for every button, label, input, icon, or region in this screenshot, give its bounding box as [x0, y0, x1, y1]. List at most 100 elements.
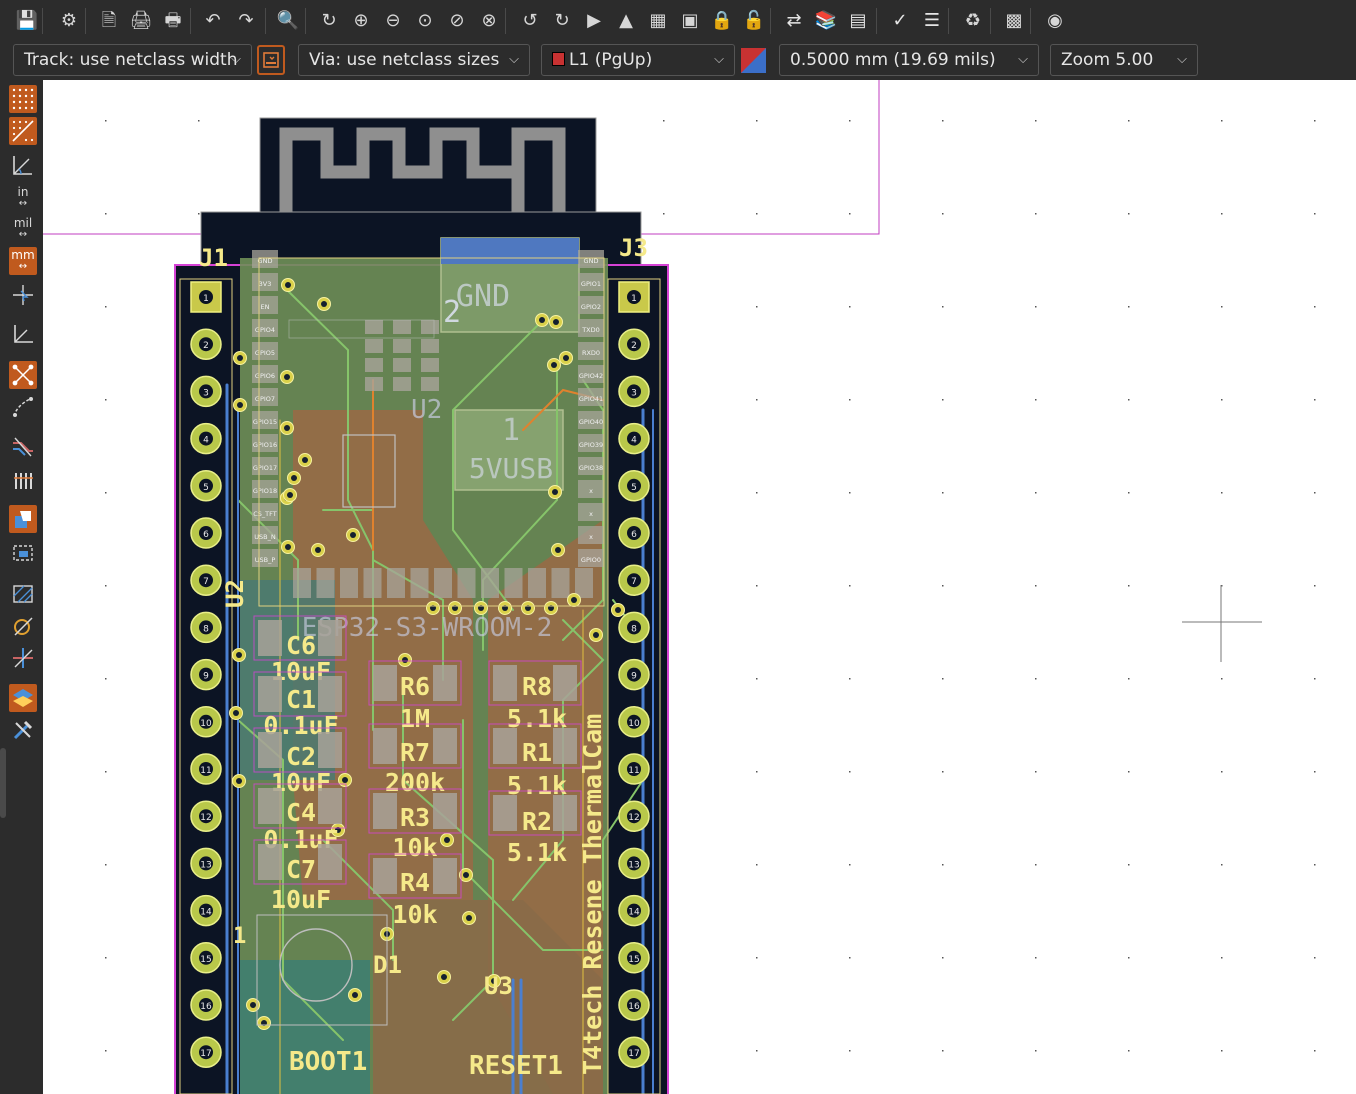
grid-dot — [1221, 492, 1223, 494]
grid-dot — [1221, 771, 1223, 773]
zone-fill-button[interactable] — [9, 505, 37, 533]
chevron-down-icon: ⌵ — [714, 52, 724, 67]
toolbar-separator — [265, 8, 266, 34]
zoom-selection-button[interactable]: ⊗ — [477, 8, 501, 34]
zoom-objects-button[interactable]: ⊘ — [445, 8, 469, 34]
group-button[interactable]: ▦ — [646, 8, 670, 34]
mirror-button[interactable]: ▲ — [614, 8, 638, 34]
layer-select[interactable]: L1 (PgUp) ⌵ — [541, 44, 735, 76]
pcb-board-view[interactable]: 1234567891011121314151617123456789101112… — [43, 80, 1356, 1094]
via-hole — [233, 710, 239, 716]
component-pad — [318, 620, 342, 656]
refresh-button[interactable]: ↻ — [317, 8, 341, 34]
drc-button[interactable]: ✓ — [888, 8, 912, 34]
show-tracks-button[interactable] — [9, 433, 37, 461]
zone-outline-button[interactable] — [9, 539, 37, 567]
module-pad-bottom — [410, 568, 429, 598]
tracks-icon — [13, 437, 33, 457]
zone-unfill-button[interactable] — [9, 580, 37, 608]
zoom-out-button[interactable]: ⊖ — [381, 8, 405, 34]
lock-button[interactable]: 🔒 — [710, 8, 734, 34]
local-origin-button[interactable] — [9, 320, 37, 348]
toolbar-separator — [1030, 8, 1031, 34]
header-pad-number: 4 — [203, 436, 209, 446]
j1-label: J1 — [199, 244, 228, 272]
via-hole — [552, 489, 558, 495]
show-pads-button[interactable] — [9, 467, 37, 495]
via-size-select[interactable]: Via: use netclass sizes ⌵ — [298, 44, 530, 76]
grid-dot — [849, 771, 851, 773]
cursor-shape-button[interactable] — [9, 281, 37, 309]
flip-button[interactable]: ▶ — [582, 8, 606, 34]
grid-value: 0.5000 mm (19.69 mils) — [790, 50, 996, 70]
toolbar-separator — [948, 8, 949, 34]
grid-select[interactable]: 0.5000 mm (19.69 mils) ⌵ — [779, 44, 1039, 76]
zoom-select[interactable]: Zoom 5.00 ⌵ — [1050, 44, 1198, 76]
rotate-ccw-button[interactable]: ↺ — [518, 8, 542, 34]
track-width-select[interactable]: Track: use netclass width ⌵ — [13, 44, 252, 76]
units-mm-button[interactable]: mm ↔ — [9, 247, 37, 275]
appearance-panel-button[interactable] — [9, 684, 37, 712]
footprint-browser-button[interactable]: 📚 — [814, 8, 838, 34]
pads-icon — [14, 473, 33, 489]
grid-dot — [1035, 957, 1037, 959]
grid-dot — [1221, 678, 1223, 680]
plugin-button[interactable]: ◉ — [1043, 8, 1067, 34]
via-hole — [287, 492, 293, 498]
router-button[interactable]: ♻ — [961, 8, 985, 34]
overrides-grid-button[interactable] — [9, 117, 37, 145]
ungroup-button[interactable]: ▣ — [678, 8, 702, 34]
header-pad-number: 6 — [203, 530, 209, 540]
units-mils-button[interactable]: mil ↔ — [9, 215, 37, 243]
router-icon: ♻ — [964, 10, 982, 31]
polar-coords-button[interactable] — [9, 151, 37, 179]
grid-dot — [105, 678, 107, 680]
redo-button[interactable]: ↷ — [234, 8, 258, 34]
board-setup-button[interactable]: ⚙ — [57, 8, 81, 34]
grid-icon — [12, 88, 34, 110]
component-pad — [318, 788, 342, 824]
grid-overrides-icon — [12, 120, 34, 142]
netlist-update-button[interactable]: ⇄ — [782, 8, 806, 34]
via-hole — [285, 282, 291, 288]
unit-in-label: in — [17, 185, 29, 199]
via-sketch-button[interactable] — [9, 644, 37, 672]
grid-dot — [1128, 306, 1130, 308]
grid-dot — [942, 678, 944, 680]
page-settings-button[interactable]: 🗎 — [97, 8, 121, 34]
grid-dot — [1221, 399, 1223, 401]
header-pad-number: 10 — [628, 719, 640, 729]
module-pad-bottom — [575, 568, 593, 598]
auto-track-width-button[interactable] — [257, 45, 285, 75]
tools-icon — [13, 720, 33, 740]
grid-dot — [1128, 864, 1130, 866]
ratsnest-button[interactable] — [9, 361, 37, 389]
grid-dot — [849, 678, 851, 680]
board-stats-button[interactable]: ☰ — [920, 8, 944, 34]
undo-button[interactable]: ↶ — [201, 8, 225, 34]
layer-pair-button[interactable] — [741, 48, 766, 73]
pad-sketch-button[interactable] — [9, 612, 37, 640]
module-pad-bottom — [316, 568, 335, 598]
rotate-cw-button[interactable]: ↻ — [550, 8, 574, 34]
grid-toggle-button[interactable] — [9, 85, 37, 113]
find-button[interactable]: 🔍 — [276, 8, 300, 34]
save-button[interactable]: 💾 — [15, 8, 39, 34]
module-thermal-pad — [365, 377, 383, 391]
via-hole — [571, 597, 577, 603]
module-pad-label: GPIO1 — [581, 280, 601, 288]
print-button[interactable]: 🖨 — [129, 8, 153, 34]
zoom-in-button[interactable]: ⊕ — [349, 8, 373, 34]
zoom-fit-button[interactable]: ⊙ — [413, 8, 437, 34]
units-inches-button[interactable]: in ↔ — [9, 184, 37, 212]
panel-resize-handle[interactable] — [0, 748, 6, 818]
pcb-canvas[interactable]: 1 2 3 4 5 6 7 8 9 10 11 12 13 14 15 16 17 1 2 3 4 5 6 7 8 9 10 11 12… — [43, 80, 1356, 1094]
unlock-button[interactable]: 🔓 — [742, 8, 766, 34]
curved-ratsnest-button[interactable] — [9, 393, 37, 421]
plot-button[interactable]: 🖶 — [161, 8, 185, 34]
footprint-editor-icon: ▤ — [849, 10, 867, 31]
board-stats-icon: ☰ — [923, 10, 941, 31]
footprint-editor-button[interactable]: ▤ — [846, 8, 870, 34]
scripting-console-button[interactable]: ▩ — [1002, 8, 1026, 34]
properties-panel-button[interactable] — [9, 716, 37, 744]
